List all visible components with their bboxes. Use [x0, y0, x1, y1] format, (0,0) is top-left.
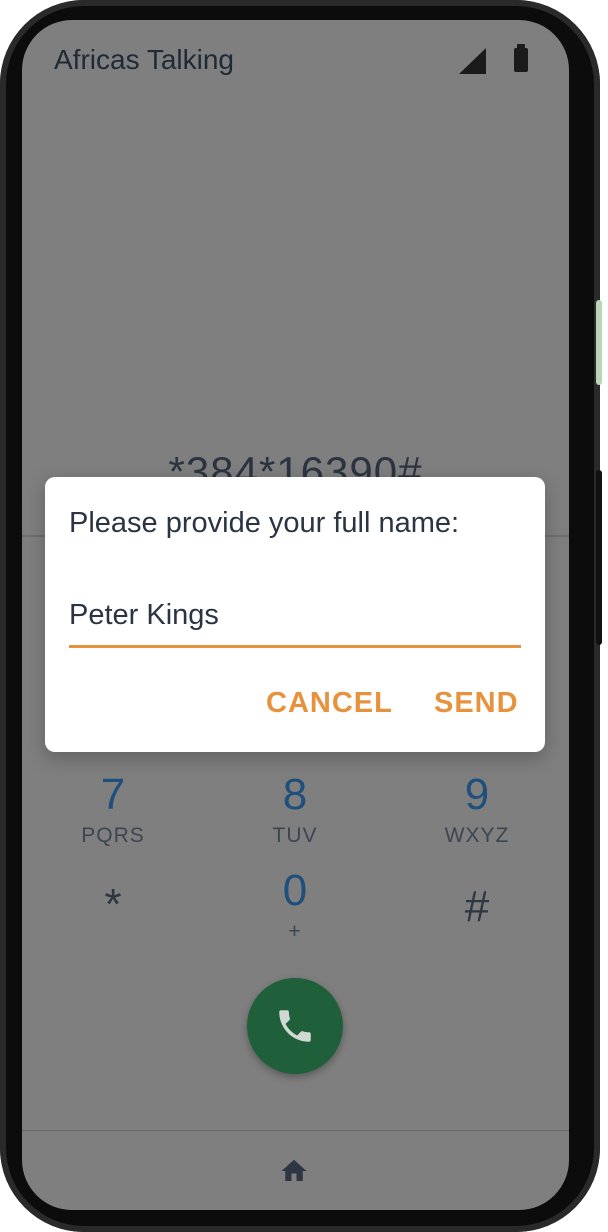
signal-icon: [459, 48, 486, 74]
key-digit: *: [104, 880, 122, 929]
key-digit: 9: [464, 770, 490, 819]
name-input[interactable]: [69, 593, 521, 648]
ussd-dialog: Please provide your full name: CANCEL SE…: [45, 477, 545, 752]
key-star[interactable]: *: [53, 880, 173, 934]
phone-icon: [279, 1010, 311, 1042]
cancel-button[interactable]: CANCEL: [266, 687, 393, 720]
side-button: [596, 470, 602, 645]
call-button[interactable]: [247, 978, 343, 1074]
key-digit: 7: [100, 770, 126, 819]
app-title: Africas Talking: [54, 44, 235, 75]
key-8[interactable]: 8 TUV: [235, 770, 355, 848]
key-letters: PQRS: [81, 824, 145, 847]
key-7[interactable]: 7 PQRS: [53, 770, 173, 848]
key-digit: 8: [282, 770, 308, 819]
bottom-nav: [22, 1130, 569, 1210]
key-9[interactable]: 9 WXYZ: [417, 770, 537, 848]
status-bar: Africas Talking: [22, 20, 569, 100]
home-icon[interactable]: [278, 1156, 310, 1186]
key-letters: TUV: [272, 824, 318, 847]
key-digit: #: [464, 882, 490, 931]
battery-icon: [514, 44, 528, 72]
key-0[interactable]: 0 +: [235, 866, 355, 944]
send-button[interactable]: SEND: [434, 687, 519, 720]
side-button-small: [596, 300, 602, 385]
dialog-prompt: Please provide your full name:: [69, 507, 460, 539]
key-hash[interactable]: #: [417, 882, 537, 936]
key-letters: WXYZ: [444, 824, 510, 847]
key-digit: 0: [282, 866, 308, 915]
key-letters: +: [288, 920, 302, 943]
